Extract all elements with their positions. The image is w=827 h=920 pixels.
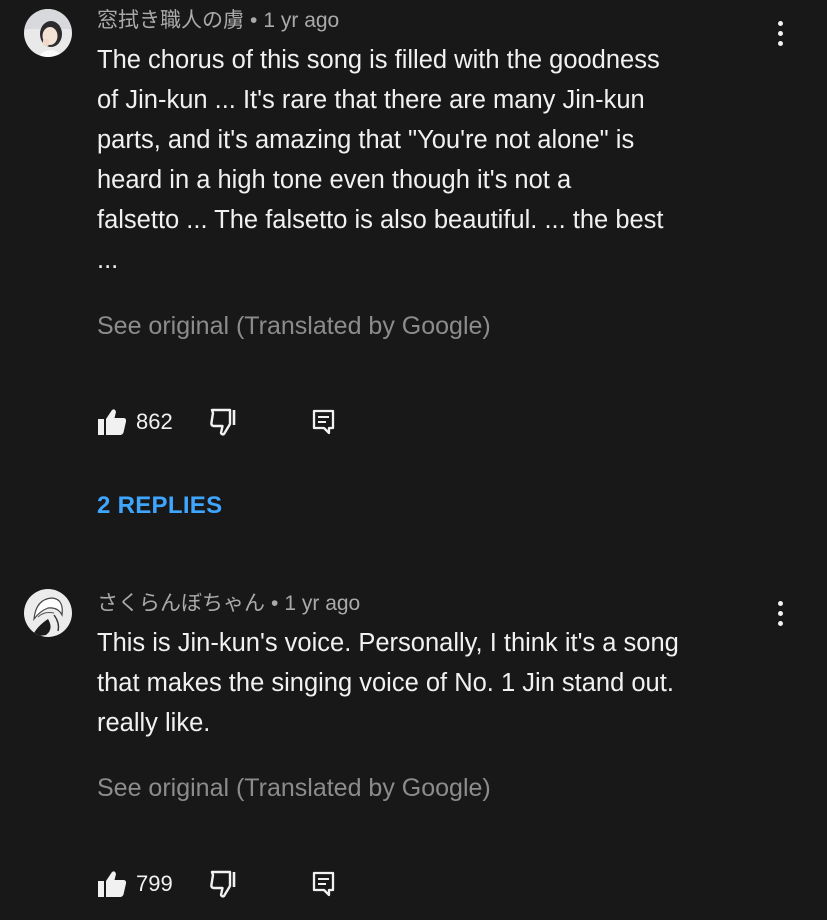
comment-text: This is Jin-kun's voice. Personally, I t… [97, 629, 679, 737]
comment-reply-icon [312, 871, 335, 897]
like-button[interactable]: 799 [97, 868, 187, 900]
avatar[interactable] [24, 589, 72, 637]
like-count: 799 [136, 871, 173, 896]
comment-meta: さくらんぼちゃん • 1 yr ago [97, 591, 360, 617]
user-avatar-drawing-icon [24, 589, 72, 637]
thumbs-up-icon [98, 871, 127, 897]
comment-time[interactable]: 1 yr ago [284, 592, 360, 615]
see-original-link[interactable]: See original (Translated by Google) [97, 772, 491, 804]
meta-separator: • [271, 592, 279, 615]
author-name[interactable]: さくらんぼちゃん [97, 592, 265, 615]
thumbs-down-icon [210, 870, 236, 898]
reply-button[interactable] [312, 868, 338, 900]
comment-thread-2: さくらんぼちゃん • 1 yr ago This is Jin-kun's voic… [0, 0, 827, 920]
dislike-button[interactable] [209, 868, 241, 900]
